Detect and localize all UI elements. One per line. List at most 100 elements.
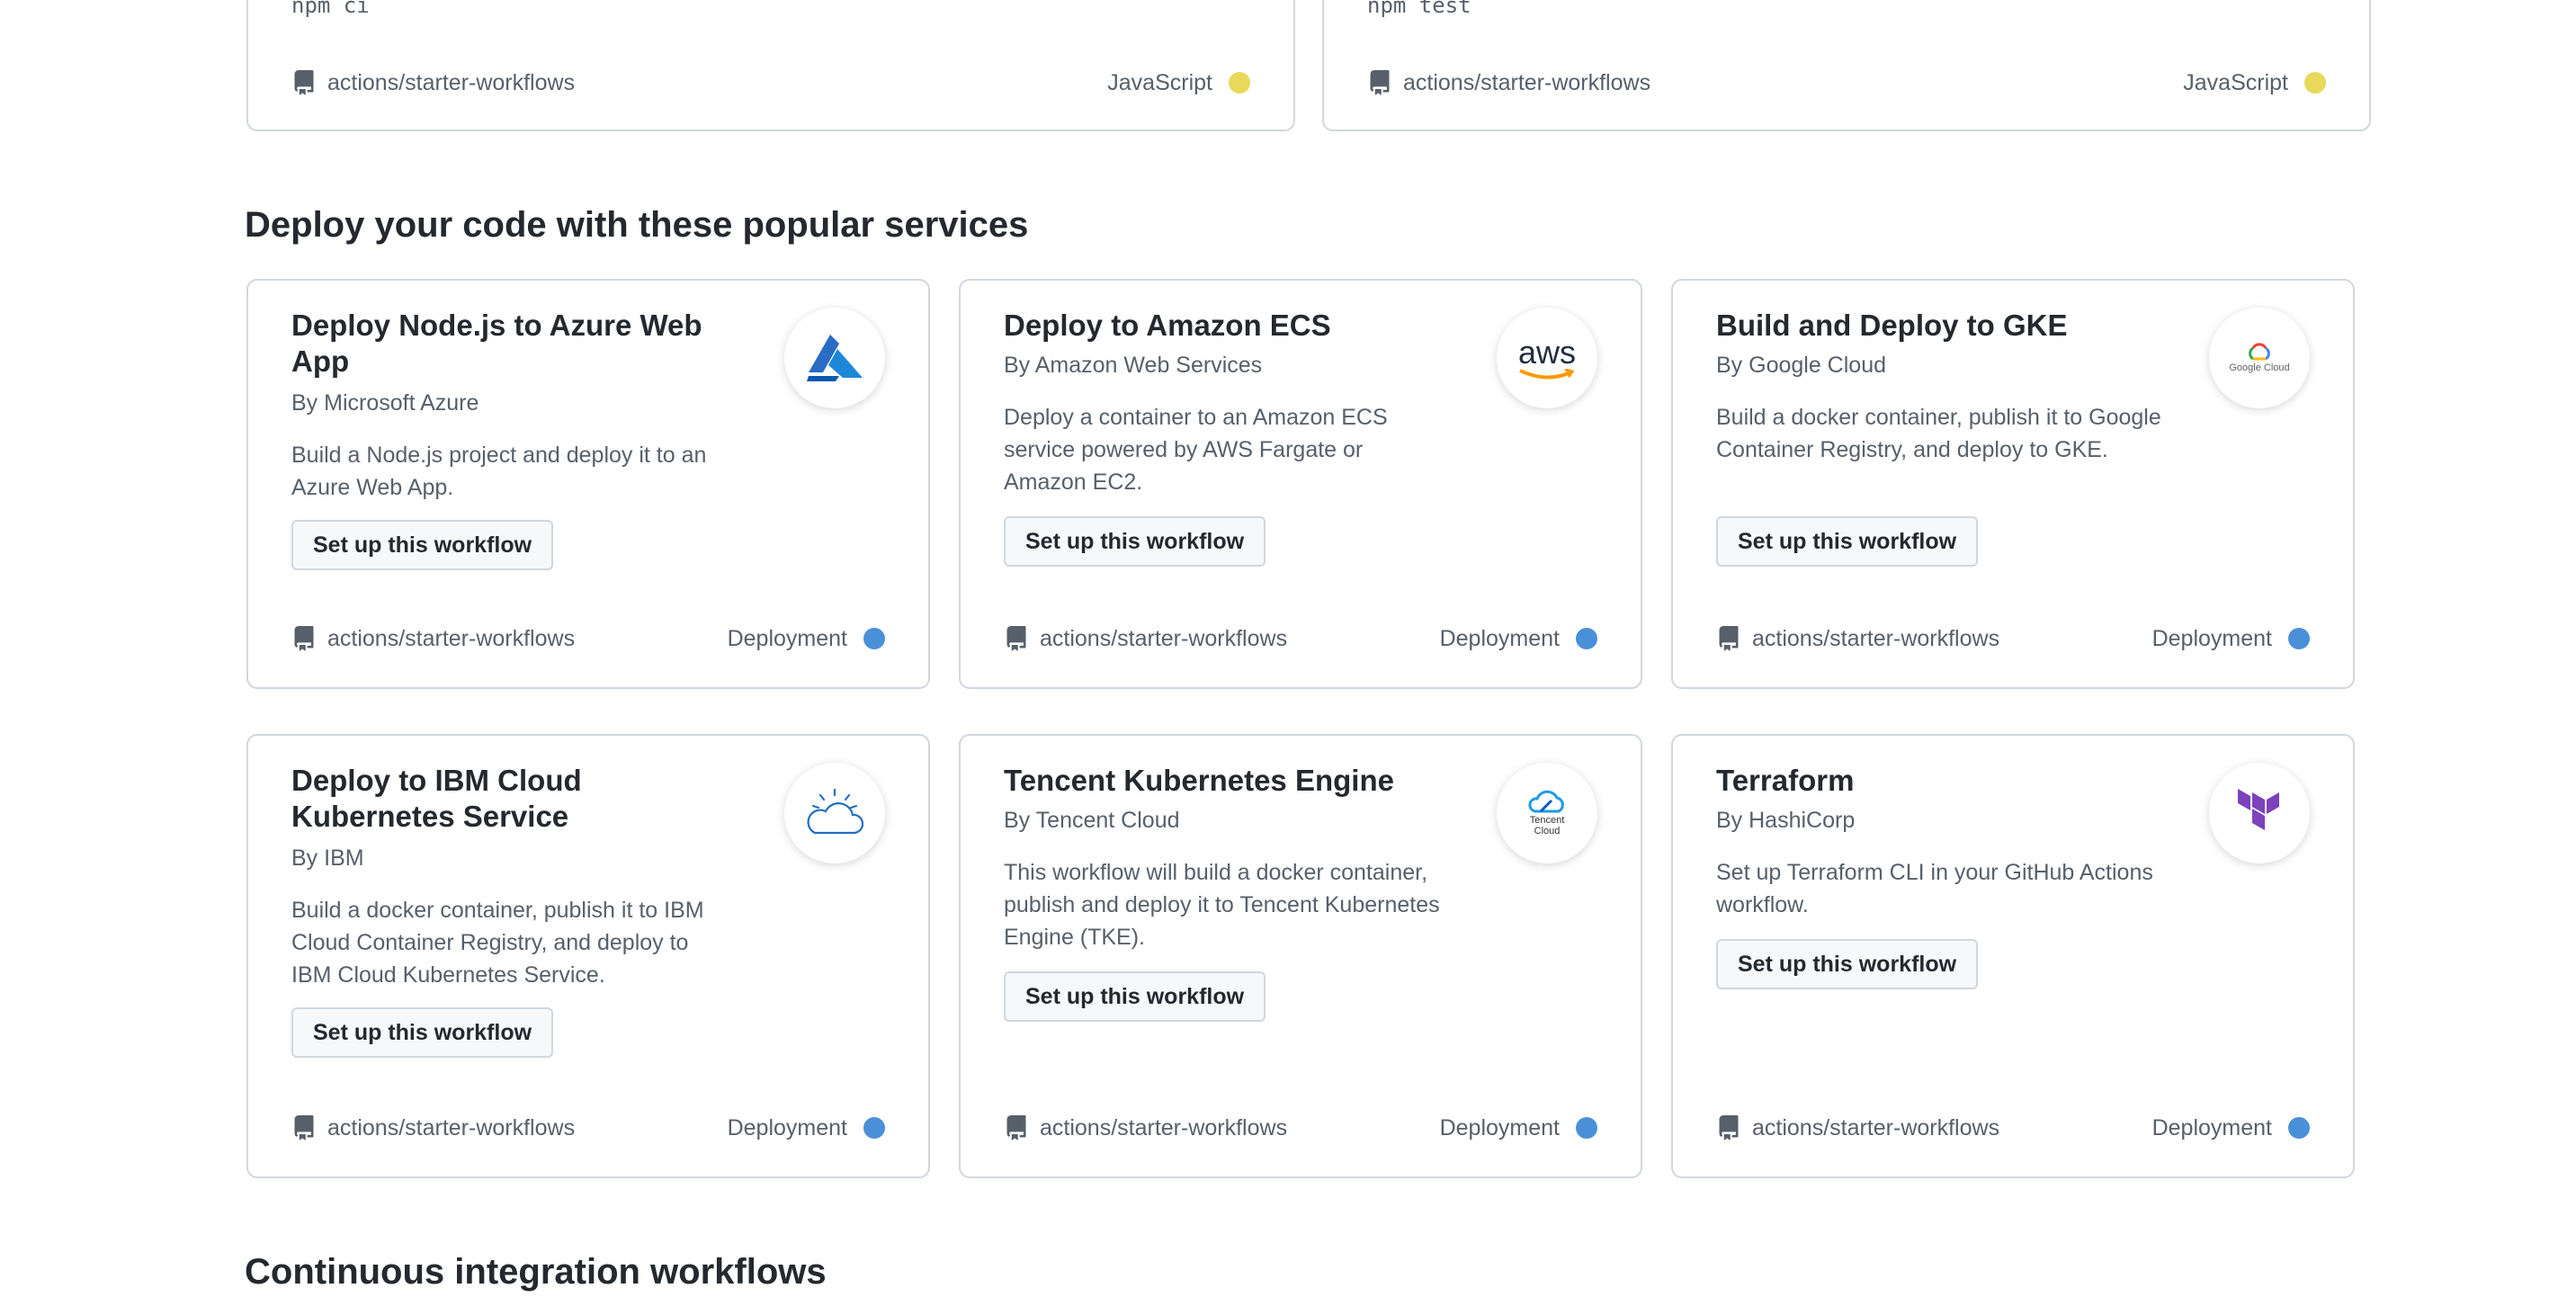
repo-name: actions/starter-workflows (327, 625, 576, 651)
category-name: Deployment (727, 625, 847, 651)
tencent-cloud-logo-icon: Tencent Cloud (1497, 763, 1597, 863)
repo-name: actions/starter-workflows (1040, 1114, 1288, 1140)
workflow-card-footer: actions/starter-workflows JavaScript (291, 67, 1250, 99)
repo-link[interactable]: actions/starter-workflows (1004, 624, 1287, 653)
workflow-card-tencent-tke[interactable]: Tencent Kubernetes Engine By Tencent Clo… (959, 734, 1642, 1178)
repo-name: actions/starter-workflows (1752, 625, 2000, 651)
deploy-section-title: Deploy your code with these popular serv… (245, 205, 1029, 245)
language-name: JavaScript (2183, 69, 2288, 95)
setup-workflow-button[interactable]: Set up this workflow (1716, 939, 1979, 989)
category-color-dot (1576, 628, 1597, 649)
aws-logo-text: aws (1517, 334, 1577, 371)
category-name: Deployment (2151, 1114, 2272, 1140)
category-label: Deployment (1440, 1115, 1597, 1141)
repo-icon (294, 1115, 314, 1140)
category-label: Deployment (728, 1115, 885, 1141)
category-label: Deployment (2152, 1115, 2310, 1141)
language-color-dot (2304, 72, 2326, 94)
setup-workflow-button[interactable]: Set up this workflow (1004, 971, 1266, 1022)
workflow-description: Set up Terraform CLI in your GitHub Acti… (1716, 860, 2153, 917)
repo-icon (1006, 626, 1026, 651)
setup-workflow-button[interactable]: Set up this workflow (291, 520, 554, 570)
workflow-card-footer: actions/starter-workflows Deployment (1716, 1112, 2310, 1144)
azure-logo-icon (784, 308, 885, 408)
terraform-logo-icon (2209, 763, 2310, 863)
workflow-card-gke[interactable]: Build and Deploy to GKE By Google Cloud … (1671, 279, 2355, 689)
setup-workflow-button[interactable]: Set up this workflow (1716, 516, 1979, 567)
tencent-logo-text: Tencent Cloud (1529, 815, 1565, 836)
workflow-title: Build and Deploy to GKE (1716, 309, 2068, 342)
workflow-author: By IBM (291, 845, 364, 871)
category-name: Deployment (727, 1114, 847, 1140)
language-color-dot (1229, 72, 1250, 94)
repo-icon (1719, 626, 1739, 651)
category-label: Deployment (728, 626, 885, 652)
category-color-dot (2288, 1117, 2310, 1139)
setup-workflow-button[interactable]: Set up this workflow (1004, 516, 1266, 567)
workflow-author: By HashiCorp (1716, 808, 1856, 833)
repo-icon (1719, 1115, 1739, 1140)
workflow-code-snippet: npm ci (291, 0, 370, 18)
aws-logo-icon: aws (1497, 308, 1597, 408)
repo-link[interactable]: actions/starter-workflows (291, 624, 575, 653)
workflow-description: Build a docker container, publish it to … (1716, 405, 2161, 462)
repo-link[interactable]: actions/starter-workflows (291, 1114, 575, 1142)
repo-name: actions/starter-workflows (327, 69, 576, 95)
repo-icon (294, 626, 314, 651)
workflow-card-footer: actions/starter-workflows Deployment (291, 1112, 885, 1144)
repo-link[interactable]: actions/starter-workflows (1716, 1114, 1999, 1142)
category-color-dot (2288, 628, 2310, 649)
repo-link[interactable]: actions/starter-workflows (1716, 624, 1999, 653)
workflow-card-footer: actions/starter-workflows Deployment (1716, 622, 2310, 655)
repo-name: actions/starter-workflows (327, 1114, 576, 1140)
repo-link[interactable]: actions/starter-workflows (291, 68, 575, 97)
category-color-dot (863, 628, 885, 649)
setup-workflow-button[interactable]: Set up this workflow (291, 1007, 554, 1058)
workflow-author: By Google Cloud (1716, 353, 1887, 378)
ci-section-title: Continuous integration workflows (245, 1252, 827, 1292)
ibm-cloud-logo-icon (784, 763, 885, 863)
workflow-author: By Microsoft Azure (291, 390, 479, 416)
repo-name: actions/starter-workflows (1403, 69, 1651, 95)
workflow-card-npm-test[interactable]: npm test actions/starter-workflows JavaS… (1322, 0, 2371, 131)
workflow-title: Terraform (1716, 764, 1855, 797)
language-label: JavaScript (2183, 70, 2326, 96)
workflow-code-snippet: npm test (1367, 0, 1471, 18)
workflow-card-terraform[interactable]: Terraform By HashiCorp Set up Terraform … (1671, 734, 2355, 1178)
repo-icon (1370, 70, 1390, 95)
workflow-title: Deploy Node.js to Azure Web App (291, 309, 702, 378)
repo-link[interactable]: actions/starter-workflows (1367, 68, 1650, 97)
category-name: Deployment (1439, 1114, 1560, 1140)
workflow-title: Tencent Kubernetes Engine (1004, 764, 1394, 797)
workflow-description: Build a docker container, publish it to … (291, 898, 704, 988)
workflow-card-footer: actions/starter-workflows Deployment (1004, 1112, 1597, 1144)
language-name: JavaScript (1107, 69, 1212, 95)
language-label: JavaScript (1107, 70, 1250, 96)
workflow-card-amazon-ecs[interactable]: Deploy to Amazon ECS By Amazon Web Servi… (959, 279, 1642, 689)
workflow-card-ibm-cloud[interactable]: Deploy to IBM Cloud Kubernetes Service B… (246, 734, 930, 1178)
workflow-title: Deploy to IBM Cloud Kubernetes Service (291, 764, 582, 833)
repo-icon (1006, 1115, 1026, 1140)
category-label: Deployment (2152, 626, 2310, 652)
category-name: Deployment (2151, 625, 2272, 651)
repo-link[interactable]: actions/starter-workflows (1004, 1114, 1287, 1142)
category-name: Deployment (1439, 625, 1560, 651)
workflow-card-azure-web-app[interactable]: Deploy Node.js to Azure Web App By Micro… (246, 279, 930, 689)
workflow-card-npm-ci[interactable]: npm ci actions/starter-workflows JavaScr… (246, 0, 1295, 131)
workflow-description: This workflow will build a docker contai… (1004, 860, 1440, 950)
workflow-card-footer: actions/starter-workflows JavaScript (1367, 67, 2326, 99)
workflow-author: By Amazon Web Services (1004, 353, 1263, 378)
category-label: Deployment (1440, 626, 1597, 652)
category-color-dot (863, 1117, 885, 1139)
repo-icon (294, 70, 314, 95)
google-cloud-logo-icon: Google Cloud (2209, 308, 2310, 408)
workflow-card-footer: actions/starter-workflows Deployment (1004, 622, 1597, 655)
workflow-card-footer: actions/starter-workflows Deployment (291, 622, 885, 655)
google-cloud-logo-text: Google Cloud (2229, 362, 2290, 373)
workflow-description: Build a Node.js project and deploy it to… (291, 443, 707, 500)
workflow-title: Deploy to Amazon ECS (1004, 309, 1331, 342)
workflow-description: Deploy a container to an Amazon ECS serv… (1004, 405, 1388, 495)
repo-name: actions/starter-workflows (1752, 1114, 2000, 1140)
workflow-gallery: npm ci actions/starter-workflows JavaScr… (0, 0, 2576, 1297)
category-color-dot (1576, 1117, 1597, 1139)
